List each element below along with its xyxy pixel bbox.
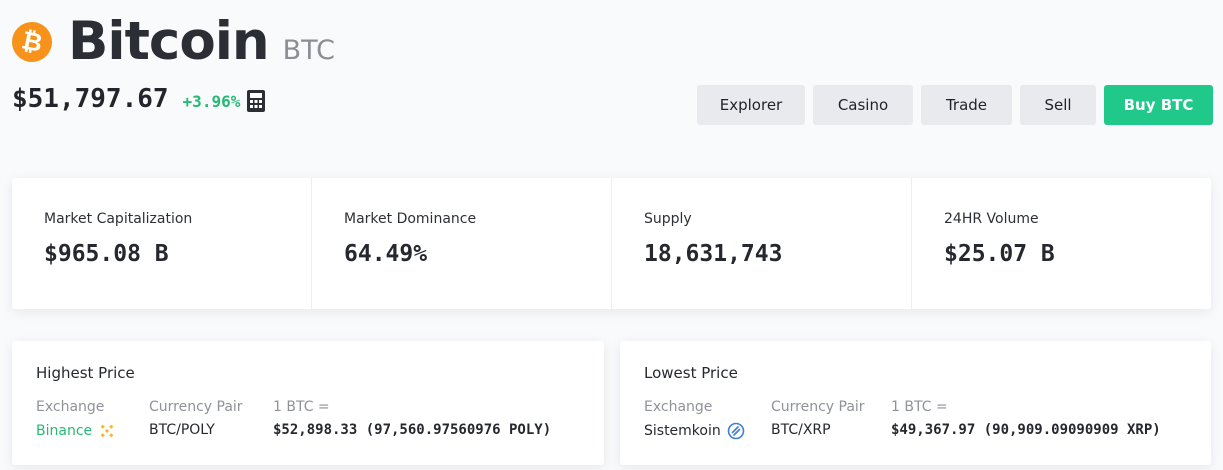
currency-pair: BTC/POLY — [149, 422, 215, 438]
exchange-link[interactable]: Sistemkoin — [644, 422, 745, 440]
stat-24hr-volume: 24HR Volume $25.07 B — [912, 178, 1211, 309]
price-row: $51,797.67 +3.96% — [12, 84, 335, 114]
exchange-column: Exchange Binance — [36, 399, 116, 440]
action-buttons: Explorer Casino Trade Sell Buy BTC — [697, 85, 1213, 125]
explorer-button[interactable]: Explorer — [697, 85, 805, 125]
stat-supply: Supply 18,631,743 — [612, 178, 912, 309]
stat-label: Market Capitalization — [44, 211, 193, 227]
coin-name: Bitcoin — [68, 11, 270, 72]
exchange-link[interactable]: Binance — [36, 422, 116, 440]
pair-label: Currency Pair — [771, 399, 865, 415]
price-change: +3.96% — [182, 91, 241, 111]
highest-price-card: Highest Price Exchange Binance Currency … — [12, 341, 604, 465]
exchange-column: Exchange Sistemkoin — [644, 399, 745, 440]
exchange-name[interactable]: Binance — [36, 423, 92, 439]
stat-label: Supply — [644, 211, 692, 227]
rate-column: 1 BTC = $49,367.97 (90,909.09090909 XRP) — [891, 399, 1161, 438]
lowest-price-card: Lowest Price Exchange Sistemkoin Currenc… — [620, 341, 1211, 465]
sistemkoin-icon — [727, 422, 745, 440]
pair-column: Currency Pair BTC/XRP — [771, 399, 865, 438]
trade-button[interactable]: Trade — [921, 85, 1012, 125]
market-stats-panel: Market Capitalization $965.08 B Market D… — [12, 178, 1211, 309]
casino-button[interactable]: Casino — [813, 85, 913, 125]
coin-header: ₿ Bitcoin BTC $51,797.67 +3.96% — [8, 10, 335, 114]
binance-icon — [100, 424, 114, 438]
stat-value: 18,631,743 — [644, 241, 783, 267]
rate-column: 1 BTC = $52,898.33 (97,560.97560976 POLY… — [273, 399, 551, 438]
sell-button[interactable]: Sell — [1020, 85, 1096, 125]
pair-label: Currency Pair — [149, 399, 243, 415]
rate-value: $49,367.97 (90,909.09090909 XRP) — [891, 422, 1161, 438]
rate-label: 1 BTC = — [891, 399, 948, 415]
rate-value: $52,898.33 (97,560.97560976 POLY) — [273, 422, 552, 438]
stat-market-dominance: Market Dominance 64.49% — [312, 178, 612, 309]
bitcoin-logo-icon: ₿ — [8, 18, 56, 66]
rate-label: 1 BTC = — [273, 399, 330, 415]
card-title: Lowest Price — [644, 364, 738, 382]
stat-value: $965.08 B — [44, 241, 169, 267]
buy-btc-button[interactable]: Buy BTC — [1104, 85, 1213, 125]
exchange-label: Exchange — [644, 399, 713, 415]
exchange-label: Exchange — [36, 399, 105, 415]
coin-price: $51,797.67 — [12, 84, 169, 114]
coin-symbol: BTC — [282, 34, 335, 66]
exchange-name[interactable]: Sistemkoin — [644, 423, 721, 439]
stat-market-cap: Market Capitalization $965.08 B — [12, 178, 312, 309]
stat-label: 24HR Volume — [944, 211, 1039, 227]
title-row: ₿ Bitcoin BTC — [8, 10, 335, 74]
pair-column: Currency Pair BTC/POLY — [149, 399, 243, 438]
calculator-icon[interactable] — [246, 89, 266, 113]
stat-label: Market Dominance — [344, 211, 477, 227]
stat-value: $25.07 B — [944, 241, 1055, 267]
card-title: Highest Price — [36, 364, 135, 382]
stat-value: 64.49% — [344, 241, 428, 267]
currency-pair: BTC/XRP — [771, 422, 831, 438]
